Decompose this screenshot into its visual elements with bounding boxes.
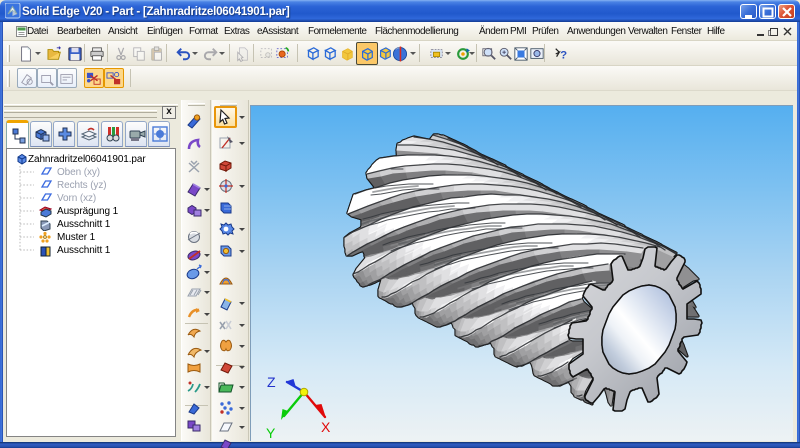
svg-text:?: ? <box>560 49 567 61</box>
